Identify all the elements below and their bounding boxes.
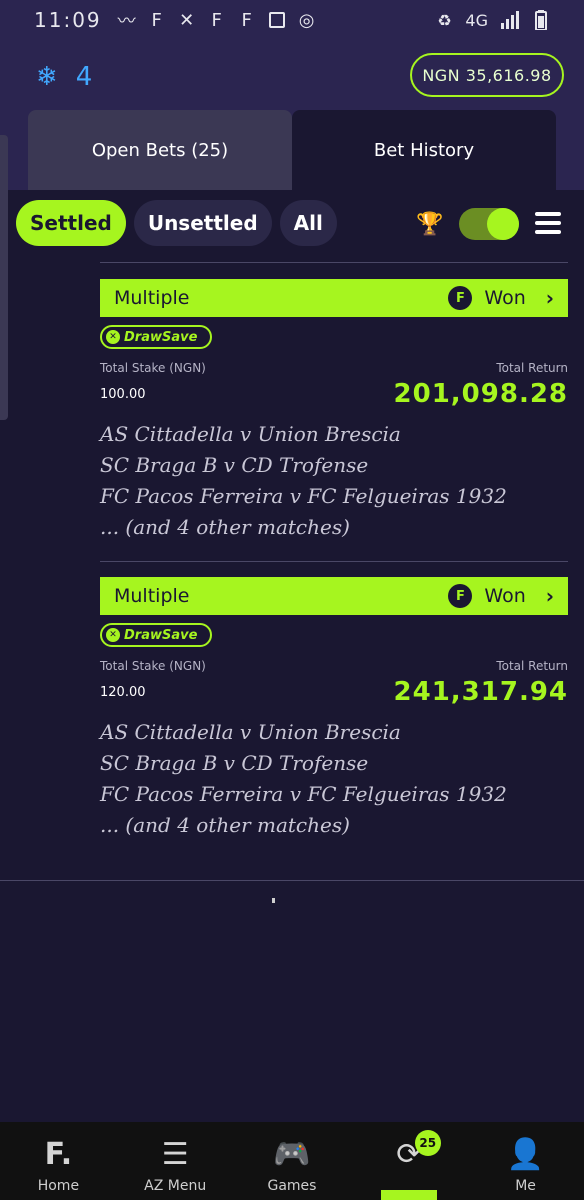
filter-bar: Settled Unsettled All	[16, 200, 337, 246]
list-item: AS Cittadella v Union Brescia	[100, 720, 401, 744]
f-logo-icon: F	[448, 286, 473, 310]
header: ❄ 4 NGN 35,616.98 Open Bets (25) Bet His…	[0, 40, 584, 190]
x-icon: ✕	[179, 9, 195, 31]
nav-label: Me	[515, 1178, 536, 1194]
nav-games[interactable]: 🎮 Games	[244, 1137, 340, 1195]
hamburger-icon[interactable]	[535, 212, 561, 234]
person-icon: 👤	[506, 1137, 545, 1172]
snowflake-icon: ❄	[36, 62, 58, 92]
tab-bet-history[interactable]: Bet History	[292, 110, 556, 190]
divider	[100, 262, 568, 263]
list-item: ... (and 4 other matches)	[100, 515, 350, 539]
stake-value: 120.00	[100, 685, 146, 700]
gamepad-icon: 🎮	[273, 1137, 311, 1172]
f-logo-icon: F	[448, 584, 473, 608]
return-label: Total Return	[496, 659, 568, 673]
system-icons: ♻ 4G	[435, 10, 550, 30]
match-list: AS Cittadella v Union Brescia SC Braga B…	[100, 717, 568, 841]
won-only-toggle[interactable]	[459, 208, 519, 240]
bet-tabs: Open Bets (25) Bet History	[28, 110, 556, 190]
bottom-nav: F. Home ☰ AZ Menu 🎮 Games ⟳ 25 👤 Me	[0, 1122, 584, 1200]
f-app-icon: F	[211, 9, 222, 31]
drawsave-label: DrawSave	[124, 627, 198, 643]
battery-icon	[532, 10, 550, 30]
tab-open-bets[interactable]: Open Bets (25)	[28, 110, 292, 190]
nav-label: Home	[37, 1178, 80, 1194]
whatsapp-icon: ◎	[298, 9, 315, 31]
filter-settled[interactable]: Settled	[16, 200, 126, 246]
return-value: 241,317.94	[393, 677, 568, 707]
match-list: AS Cittadella v Union Brescia SC Braga B…	[100, 419, 568, 543]
nav-label: AZ Menu	[144, 1178, 207, 1194]
balance-button[interactable]: NGN 35,616.98	[410, 53, 564, 97]
status-bar: 11:09 〰 F ✕ F F ◎ ♻ 4G	[0, 0, 584, 40]
f-logo-icon: F.	[44, 1137, 73, 1172]
nav-cashout[interactable]: ⟳ 25	[361, 1130, 457, 1172]
hamburger-icon: ☰	[161, 1137, 189, 1172]
stake-row: Total Stake (NGN) Total Return 100.00 20…	[100, 357, 568, 417]
notification-icons: 〰 F ✕ F F ◎	[117, 9, 316, 33]
freeze-counter[interactable]: ❄ 4	[36, 62, 92, 92]
toggle-knob	[487, 208, 519, 240]
stake-value: 100.00	[100, 387, 146, 402]
active-nav-indicator	[381, 1190, 437, 1200]
drawsave-icon: ✕	[106, 330, 120, 344]
stake-label: Total Stake (NGN)	[100, 659, 206, 673]
scroll-edge	[0, 135, 8, 420]
list-item: ... (and 4 other matches)	[100, 813, 350, 837]
loading-indicator	[272, 898, 275, 903]
stake-row: Total Stake (NGN) Total Return 120.00 24…	[100, 655, 568, 715]
stake-label: Total Stake (NGN)	[100, 361, 206, 375]
filter-all[interactable]: All	[279, 200, 337, 246]
nav-az-menu[interactable]: ☰ AZ Menu	[127, 1137, 223, 1195]
list-item: SC Braga B v CD Trofense	[100, 453, 369, 477]
list-item: FC Pacos Ferreira v FC Felgueiras 1932	[100, 782, 507, 806]
chevron-right-icon: ›	[545, 286, 554, 310]
bet-status: Won	[484, 287, 526, 309]
divider	[100, 561, 568, 562]
trophy-icon[interactable]: 🏆	[416, 212, 443, 237]
nav-me[interactable]: 👤 Me	[478, 1137, 574, 1195]
signal-icon	[500, 10, 520, 30]
status-time: 11:09	[34, 8, 102, 32]
cashout-count-badge: 25	[414, 1130, 441, 1156]
nav-home[interactable]: F. Home	[10, 1137, 106, 1195]
bet-header[interactable]: Multiple F Won ›	[100, 577, 568, 615]
bet-card[interactable]: Multiple F Won › ✕ DrawSave Total Stake …	[100, 279, 568, 543]
activity-icon: 〰	[117, 11, 136, 32]
drawsave-label: DrawSave	[124, 329, 198, 345]
f-app-icon: F	[241, 9, 252, 31]
list-item: SC Braga B v CD Trofense	[100, 751, 369, 775]
divider	[0, 880, 584, 881]
filter-unsettled[interactable]: Unsettled	[133, 200, 272, 246]
bet-card[interactable]: Multiple F Won › ✕ DrawSave Total Stake …	[100, 577, 568, 841]
bet-status: Won	[484, 585, 526, 607]
f-app-icon: F	[151, 9, 162, 31]
image-icon	[268, 10, 286, 30]
drawsave-icon: ✕	[106, 628, 120, 642]
4g-icon: 4G	[465, 10, 488, 30]
bet-type: Multiple	[114, 287, 190, 309]
drawsave-badge: ✕ DrawSave	[100, 325, 212, 349]
list-item: FC Pacos Ferreira v FC Felgueiras 1932	[100, 484, 507, 508]
return-label: Total Return	[496, 361, 568, 375]
bet-header[interactable]: Multiple F Won ›	[100, 279, 568, 317]
battery-saver-icon: ♻	[437, 10, 452, 30]
nav-label: Games	[267, 1178, 317, 1194]
freeze-count: 4	[75, 62, 93, 92]
chevron-right-icon: ›	[545, 584, 554, 608]
bet-type: Multiple	[114, 585, 190, 607]
return-value: 201,098.28	[393, 379, 568, 409]
list-item: AS Cittadella v Union Brescia	[100, 422, 401, 446]
drawsave-badge: ✕ DrawSave	[100, 623, 212, 647]
